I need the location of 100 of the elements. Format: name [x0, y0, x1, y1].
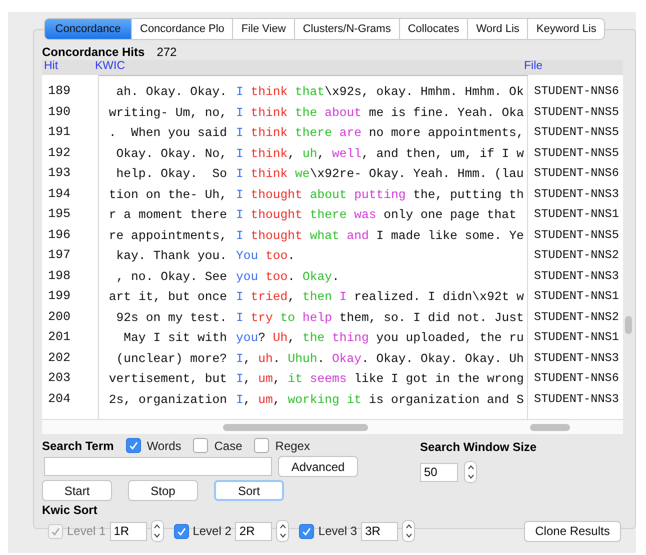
check-icon [128, 440, 139, 451]
checkbox-label: Regex [275, 438, 310, 452]
right-context: I think we\x92re- Okay. Yeah. Hmm. (lau [235, 167, 524, 183]
file-name: STUDENT-NNS6 [534, 84, 620, 100]
left-context: tion on the- Uh, [108, 188, 227, 204]
level-field[interactable]: 3R [361, 522, 398, 540]
file-name: STUDENT-NNS3 [534, 186, 620, 202]
left-context: vertisement, but [108, 372, 227, 388]
checkbox-label: Level 3 [318, 524, 358, 538]
checkbox[interactable] [254, 438, 270, 453]
checkbox[interactable] [299, 524, 314, 538]
left-context: ah. Okay. Okay. [116, 85, 227, 101]
checkbox[interactable] [174, 524, 189, 538]
hit-number: 203 [48, 371, 72, 387]
right-context: I think the about me is fine. Yeah. Oka [235, 106, 524, 122]
file-name: STUDENT-NNS1 [534, 330, 620, 346]
right-context: I, uh. Uhuh. Okay. Okay. Okay. Okay. Uh [235, 352, 524, 368]
file-name: STUDENT-NNS5 [534, 104, 620, 120]
check-icon [176, 526, 187, 536]
stepper[interactable] [402, 520, 416, 542]
action-button[interactable]: Stop [128, 480, 198, 501]
hit-number: 193 [48, 166, 72, 182]
check-icon [301, 526, 312, 536]
file-name: STUDENT-NNS3 [534, 392, 620, 408]
right-context: you too. Okay. [235, 270, 340, 286]
hit-number: 197 [48, 248, 72, 264]
clone-results-button[interactable]: Clone Results [524, 520, 621, 542]
right-context: I thought what and I made like some. Ye [235, 228, 524, 244]
left-context: r a moment there [108, 208, 227, 224]
hit-number: 189 [48, 84, 72, 100]
checkbox-label: Words [146, 438, 182, 452]
file-name: STUDENT-NNS5 [534, 146, 620, 162]
column-header[interactable]: File [522, 60, 543, 75]
left-context: help. Okay. So [116, 167, 227, 183]
file-name: STUDENT-NNS6 [534, 371, 620, 387]
column-header[interactable]: KWIC [94, 60, 522, 75]
hit-number: 200 [48, 310, 72, 326]
left-context: kay. Thank you. [116, 249, 227, 265]
checkbox[interactable] [126, 438, 141, 453]
left-context: writing- Um, no, [108, 106, 227, 122]
hit-number: 204 [48, 392, 72, 408]
file-name: STUDENT-NNS2 [534, 310, 620, 326]
file-name: STUDENT-NNS1 [534, 207, 620, 223]
hit-number: 195 [48, 207, 72, 223]
right-context: I, um, working it is organization and S [235, 392, 524, 408]
tab[interactable]: Keyword Lis [528, 18, 606, 40]
right-context: I thought about putting the, putting th [235, 188, 524, 204]
tab[interactable]: Word Lis [468, 18, 528, 40]
tab[interactable]: Concordance [44, 18, 132, 40]
hits-label: Concordance Hits [42, 44, 145, 58]
hit-number: 201 [48, 330, 72, 346]
file-name: STUDENT-NNS5 [534, 228, 620, 244]
scrollbar-thumb[interactable] [530, 424, 570, 430]
hit-number: 196 [48, 228, 72, 244]
left-context: art it, but once [108, 290, 227, 306]
right-context: I thought there was only one page that [235, 208, 516, 224]
left-context: Okay. Okay. No, [116, 146, 227, 162]
right-context: I think there are no more appointments, [235, 126, 524, 142]
left-context: May I sit with [122, 331, 227, 347]
file-name: STUDENT-NNS3 [534, 268, 620, 284]
left-context: . When you said [108, 126, 227, 142]
tab[interactable]: File View [233, 18, 295, 40]
tab[interactable]: Concordance Plo [132, 18, 234, 40]
stepper[interactable] [150, 520, 164, 542]
tab[interactable]: Clusters/N-Grams [294, 18, 400, 40]
checkbox[interactable] [193, 438, 208, 453]
hit-number: 198 [48, 268, 72, 284]
hit-number: 199 [48, 289, 72, 305]
scrollbar-thumb[interactable] [625, 316, 632, 334]
checkbox-label: Level 2 [192, 524, 232, 538]
window-size-field[interactable]: 50 [420, 462, 458, 482]
right-context: I think that\x92s, okay. Hmhm. Hmhm. Ok [235, 85, 524, 101]
scrollbar-thumb[interactable] [223, 424, 368, 430]
hit-number: 190 [48, 104, 72, 120]
left-context: 92s on my test. [116, 310, 227, 326]
hit-number: 194 [48, 186, 72, 202]
checkbox-label: Level 1 [67, 524, 106, 538]
file-name: STUDENT-NNS2 [534, 248, 620, 264]
left-context: re appointments, [108, 228, 227, 244]
hit-number: 202 [48, 350, 72, 366]
kwic-sort-label: Kwic Sort [42, 503, 98, 517]
left-context: , no. Okay. See [116, 270, 227, 286]
search-field[interactable] [44, 457, 272, 476]
hits-count: 272 [156, 44, 177, 58]
right-context: I tried, then I realized. I didn\x92t w [235, 290, 524, 306]
level-field[interactable]: 2R [235, 522, 272, 540]
hit-number: 192 [48, 146, 72, 162]
action-button[interactable]: Start [42, 480, 112, 501]
stepper[interactable] [276, 520, 290, 542]
tab[interactable]: Collocates [400, 18, 468, 40]
right-context: you? Uh, the thing you uploaded, the ru [235, 331, 524, 347]
stepper[interactable] [464, 461, 477, 483]
hit-number: 191 [48, 125, 72, 141]
window-size-label: Search Window Size [420, 440, 537, 454]
column-header[interactable]: Hit [42, 60, 94, 75]
left-context: 2s, organization [108, 392, 227, 408]
action-button[interactable]: Sort [214, 480, 284, 501]
right-context: I, um, it seems like I got in the wrong [235, 372, 524, 388]
checkbox-label: Case [214, 438, 242, 452]
advanced-button[interactable]: Advanced [278, 456, 358, 477]
